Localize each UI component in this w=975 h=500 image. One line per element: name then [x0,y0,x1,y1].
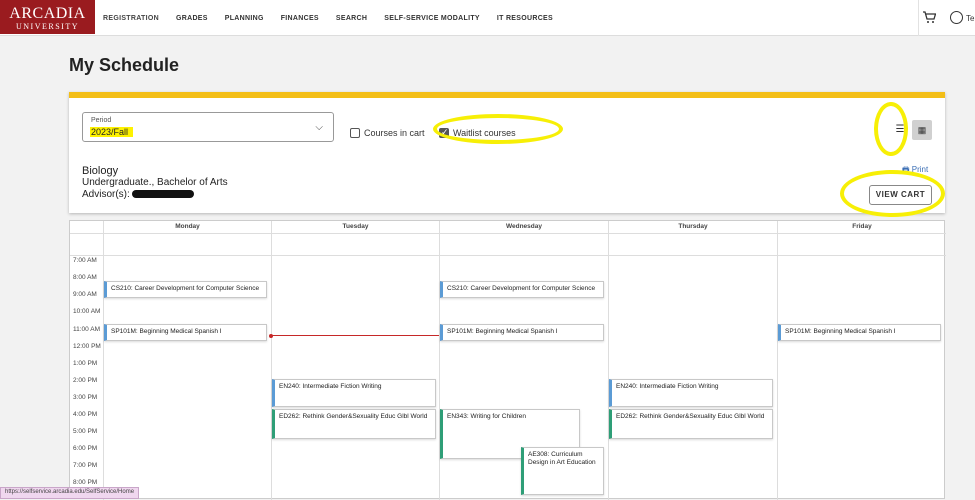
arcadia-logo[interactable]: ARCADIA UNIVERSITY [0,0,95,34]
time-label: 10:00 AM [73,308,101,315]
calendar-event[interactable]: AE308: Curriculum Design in Art Educatio… [521,447,604,495]
time-label: 8:00 AM [73,274,97,281]
courses-in-cart-checkbox[interactable]: Courses in cart [350,128,425,138]
time-label: 9:00 AM [73,291,97,298]
calendar-event[interactable]: SP101M: Beginning Medical Spanish I [104,324,267,341]
day-header-monday: Monday [104,221,272,233]
time-label: 8:00 PM [73,479,98,486]
cart-icon-svg [923,11,937,23]
user-initial: Te [966,14,975,23]
calendar-event[interactable]: EN240: Intermediate Fiction Writing [609,379,773,407]
time-label: 12:00 PM [73,343,101,350]
schedule-panel: Period 2023/Fall ⌵ Courses in cart Waitl… [69,92,945,217]
advisor-label: Advisor(s): [82,189,130,200]
calendar-view-icon[interactable]: ▦ [912,120,932,140]
logo-line1: ARCADIA [9,5,86,22]
highlight-circle-waitlist [433,114,563,144]
gridline [777,221,778,500]
calendar-event[interactable]: ED262: Rethink Gender&Sexuality Educ Glb… [609,409,773,439]
cart-icon[interactable] [922,10,937,24]
nav-finances[interactable]: FINANCES [281,15,319,22]
current-time-line [271,335,439,336]
calendar-event[interactable]: CS210: Career Development for Computer S… [104,281,267,298]
gridline [271,221,272,500]
time-label: 7:00 PM [73,462,98,469]
time-label: 5:00 PM [73,428,98,435]
page-title: My Schedule [69,55,180,75]
calendar-event[interactable]: SP101M: Beginning Medical Spanish I [440,324,604,341]
day-header-tuesday: Tuesday [272,221,440,233]
advisor-row: Advisor(s): [82,189,228,201]
weekly-calendar: Monday Tuesday Wednesday Thursday Friday… [69,220,946,500]
day-header-friday: Friday [852,223,872,230]
checkbox-box[interactable] [350,128,360,138]
browser-status-url: https://selfservice.arcadia.edu/SelfServ… [0,487,140,499]
highlight-circle-view-toggle [874,102,908,156]
period-select[interactable]: Period 2023/Fall ⌵ [82,112,334,142]
all-day-divider [70,255,946,256]
chevron-down-icon: ⌵ [315,122,323,133]
time-label: 1:00 PM [73,360,98,367]
courses-in-cart-label: Courses in cart [364,128,425,138]
program-info: Biology Undergraduate., Bachelor of Arts… [82,165,228,201]
top-navigation-bar: ARCADIA UNIVERSITY REGISTRATION GRADES P… [0,0,975,36]
advisor-redacted [131,190,194,199]
user-icon[interactable] [950,11,963,24]
time-label: 3:00 PM [73,394,98,401]
time-label: 4:00 PM [73,411,98,418]
program-name: Biology [82,165,119,177]
calendar-event[interactable]: EN240: Intermediate Fiction Writing [272,379,436,407]
nav-search[interactable]: SEARCH [336,15,367,22]
calendar-event[interactable]: ED262: Rethink Gender&Sexuality Educ Glb… [272,409,436,439]
nav-self-service-modality[interactable]: SELF-SERVICE MODALITY [384,15,480,22]
highlight-circle-view-cart [840,170,945,217]
gridline [103,221,104,500]
program-degree: Undergraduate., Bachelor of Arts [82,177,228,188]
nav-divider [918,0,919,36]
header-divider [70,233,946,234]
nav-it-resources[interactable]: IT RESOURCES [497,15,553,22]
main-nav: REGISTRATION GRADES PLANNING FINANCES SE… [103,0,570,36]
day-header-wednesday: Wednesday [440,221,609,233]
nav-planning[interactable]: PLANNING [225,15,264,22]
time-label: 7:00 AM [73,257,97,264]
time-label: 6:00 PM [73,445,98,452]
nav-registration[interactable]: REGISTRATION [103,15,159,22]
calendar-event[interactable]: SP101M: Beginning Medical Spanish I [778,324,941,341]
time-label: 2:00 PM [73,377,98,384]
gridline [608,221,609,500]
nav-grades[interactable]: GRADES [176,15,208,22]
day-header-thursday: Thursday [609,221,778,233]
period-value: 2023/Fall [90,127,134,137]
logo-line2: UNIVERSITY [16,22,79,31]
time-label: 11:00 AM [73,326,100,333]
period-label: Period [91,117,112,124]
calendar-event[interactable]: CS210: Career Development for Computer S… [440,281,604,298]
